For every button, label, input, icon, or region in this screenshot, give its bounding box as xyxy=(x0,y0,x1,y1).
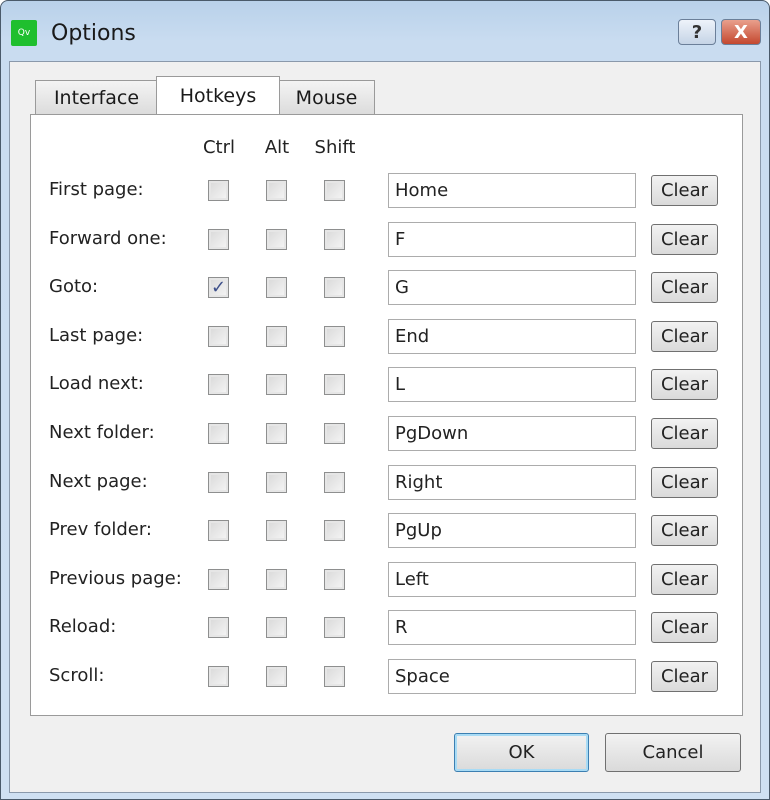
hotkey-label: Load next: xyxy=(49,373,144,395)
alt-checkbox[interactable] xyxy=(266,617,287,639)
hotkey-label: Previous page: xyxy=(49,567,182,589)
hotkey-row: Scroll: Space Clear xyxy=(31,657,742,697)
hotkey-row: Next page: Right Clear xyxy=(31,463,742,503)
hotkey-row: First page: Home Clear xyxy=(31,171,742,211)
clear-button[interactable]: Clear xyxy=(651,320,718,352)
checkmark-icon: ✓ xyxy=(210,277,227,299)
hotkey-label: Prev folder: xyxy=(49,519,152,541)
column-header-alt: Alt xyxy=(264,137,290,158)
ctrl-checkbox[interactable] xyxy=(208,568,229,590)
shift-checkbox[interactable] xyxy=(324,423,345,444)
clear-button[interactable]: Clear xyxy=(651,661,718,692)
shift-checkbox[interactable] xyxy=(324,325,345,347)
hotkey-row: Prev folder: PgUp Clear xyxy=(31,511,742,551)
hotkey-input[interactable]: End xyxy=(388,318,636,354)
column-header-shift: Shift xyxy=(314,137,356,158)
shift-checkbox[interactable] xyxy=(324,180,345,201)
options-dialog: Qv Options ? X Interface Hotkeys Mouse C… xyxy=(0,0,770,800)
alt-checkbox[interactable] xyxy=(266,277,287,299)
hotkey-input[interactable]: PgDown xyxy=(388,416,636,451)
alt-checkbox[interactable] xyxy=(266,471,287,493)
ctrl-checkbox[interactable] xyxy=(208,374,229,396)
tab-mouse[interactable]: Mouse xyxy=(278,80,375,114)
hotkey-label: Forward one: xyxy=(49,227,167,249)
alt-checkbox[interactable] xyxy=(266,568,287,590)
ctrl-checkbox[interactable] xyxy=(208,180,229,201)
hotkey-input[interactable]: Left xyxy=(388,561,636,597)
ok-button[interactable]: OK xyxy=(454,733,589,772)
hotkey-row: Forward one: F Clear xyxy=(31,220,742,260)
shift-checkbox[interactable] xyxy=(324,228,345,250)
clear-button[interactable]: Clear xyxy=(651,515,718,547)
alt-checkbox[interactable] xyxy=(266,520,287,542)
hotkey-label: Goto: xyxy=(49,276,99,298)
alt-checkbox[interactable] xyxy=(266,666,287,687)
ctrl-checkbox[interactable] xyxy=(208,423,229,444)
hotkey-input[interactable]: G xyxy=(388,270,636,306)
cancel-button[interactable]: Cancel xyxy=(605,733,741,772)
hotkey-label: First page: xyxy=(49,179,144,200)
clear-button[interactable]: Clear xyxy=(651,223,718,255)
hotkey-input[interactable]: PgUp xyxy=(388,513,636,549)
help-button[interactable]: ? xyxy=(678,19,716,45)
alt-checkbox[interactable] xyxy=(266,180,287,201)
hotkey-input[interactable]: Space xyxy=(388,659,636,694)
hotkey-row: Next folder: PgDown Clear xyxy=(31,414,742,454)
clear-button[interactable]: Clear xyxy=(651,612,718,644)
shift-checkbox[interactable] xyxy=(324,374,345,396)
title-bar: Qv Options xyxy=(11,15,136,51)
clear-button[interactable]: Clear xyxy=(651,466,718,498)
close-button[interactable]: X xyxy=(721,19,761,45)
clear-button[interactable]: Clear xyxy=(651,369,718,401)
clear-button[interactable]: Clear xyxy=(651,563,718,595)
tab-hotkeys[interactable]: Hotkeys xyxy=(156,76,280,114)
shift-checkbox[interactable] xyxy=(324,666,345,687)
alt-checkbox[interactable] xyxy=(266,228,287,250)
alt-checkbox[interactable] xyxy=(266,423,287,444)
tab-interface[interactable]: Interface xyxy=(35,80,158,114)
shift-checkbox[interactable] xyxy=(324,568,345,590)
clear-button[interactable]: Clear xyxy=(651,418,718,449)
hotkeys-panel: Ctrl Alt Shift First page: Home Clear Forwa… xyxy=(30,114,743,716)
ctrl-checkbox[interactable]: ✓ xyxy=(208,277,229,299)
hotkey-row: Goto: ✓ G Clear xyxy=(31,268,742,308)
shift-checkbox[interactable] xyxy=(324,277,345,299)
hotkey-row: Reload: R Clear xyxy=(31,608,742,648)
shift-checkbox[interactable] xyxy=(324,617,345,639)
ctrl-checkbox[interactable] xyxy=(208,666,229,687)
ctrl-checkbox[interactable] xyxy=(208,471,229,493)
clear-button[interactable]: Clear xyxy=(651,175,718,206)
alt-checkbox[interactable] xyxy=(266,325,287,347)
clear-button[interactable]: Clear xyxy=(651,272,718,304)
hotkey-input[interactable]: R xyxy=(388,610,636,646)
hotkey-row: Last page: End Clear xyxy=(31,317,742,357)
dialog-body: Interface Hotkeys Mouse Ctrl Alt Shift F… xyxy=(9,61,761,793)
hotkey-input[interactable]: L xyxy=(388,367,636,403)
hotkey-label: Last page: xyxy=(49,324,144,346)
hotkey-row: Load next: L Clear xyxy=(31,365,742,405)
hotkey-input[interactable]: Right xyxy=(388,464,636,500)
column-header-ctrl: Ctrl xyxy=(202,137,236,158)
hotkey-label: Scroll: xyxy=(49,665,105,686)
hotkey-label: Next page: xyxy=(49,470,148,492)
alt-checkbox[interactable] xyxy=(266,374,287,396)
shift-checkbox[interactable] xyxy=(324,520,345,542)
ctrl-checkbox[interactable] xyxy=(208,325,229,347)
app-icon: Qv xyxy=(11,20,37,46)
hotkey-row: Previous page: Left Clear xyxy=(31,560,742,600)
window-title: Options xyxy=(51,20,136,46)
hotkey-label: Next folder: xyxy=(49,422,155,443)
hotkey-label: Reload: xyxy=(49,616,117,638)
hotkey-input[interactable]: Home xyxy=(388,173,636,208)
ctrl-checkbox[interactable] xyxy=(208,228,229,250)
hotkey-input[interactable]: F xyxy=(388,221,636,257)
ctrl-checkbox[interactable] xyxy=(208,520,229,542)
shift-checkbox[interactable] xyxy=(324,471,345,493)
ctrl-checkbox[interactable] xyxy=(208,617,229,639)
